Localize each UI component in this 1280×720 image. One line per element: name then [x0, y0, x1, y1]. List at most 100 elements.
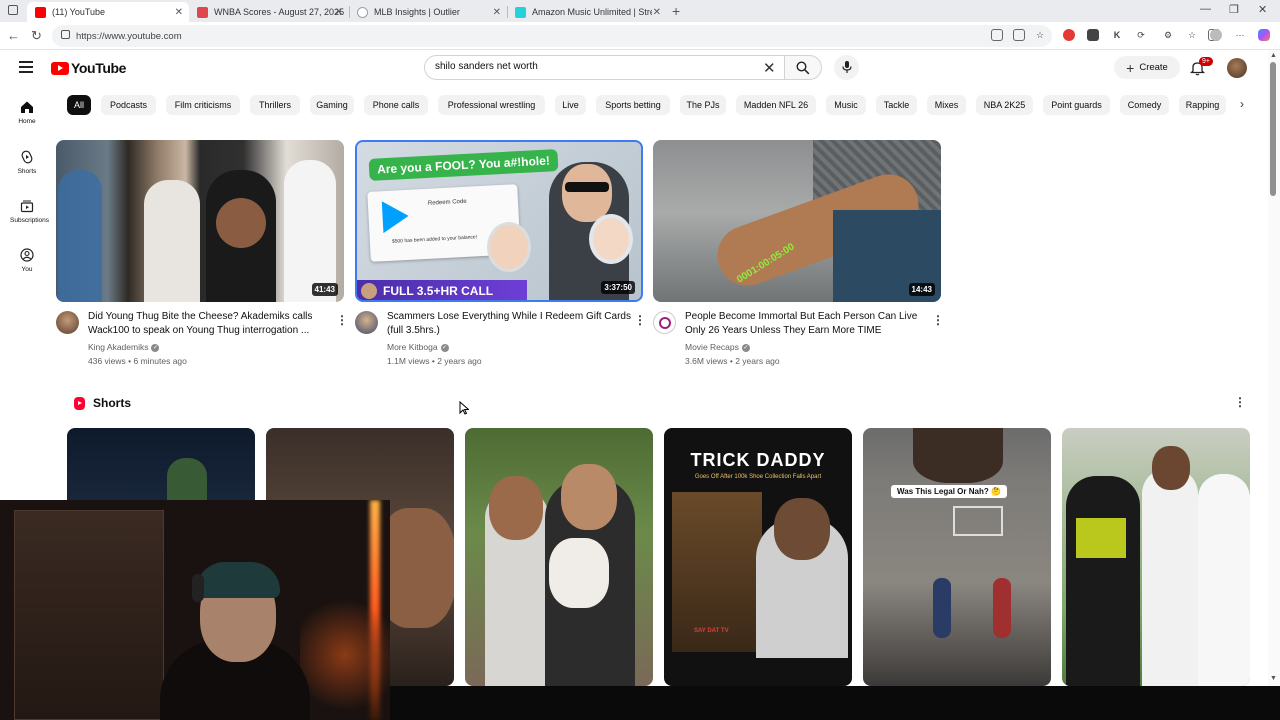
- guide-menu-icon[interactable]: [19, 61, 33, 73]
- close-window-button[interactable]: ✕: [1258, 3, 1267, 16]
- nav-shorts-label: Shorts: [17, 168, 37, 175]
- chip-madden-nfl-26[interactable]: Madden NFL 26: [736, 95, 816, 115]
- new-tab-button[interactable]: +: [672, 3, 680, 19]
- favorites-icon[interactable]: ☆: [1186, 29, 1198, 41]
- chip-comedy[interactable]: Comedy: [1120, 95, 1169, 115]
- video-meta: 436 views • 6 minutes ago: [88, 356, 187, 366]
- chip-rapping[interactable]: Rapping: [1179, 95, 1226, 115]
- copilot-icon[interactable]: [1258, 29, 1270, 41]
- profile-icon[interactable]: [1210, 29, 1222, 41]
- chip-podcasts[interactable]: Podcasts: [101, 95, 156, 115]
- channel-avatar[interactable]: [355, 311, 378, 334]
- chip-music[interactable]: Music: [826, 95, 866, 115]
- voice-search-button[interactable]: [834, 55, 859, 80]
- chip-thrillers[interactable]: Thrillers: [250, 95, 300, 115]
- nav-you-label: You: [21, 266, 33, 273]
- chip-tackle[interactable]: Tackle: [876, 95, 917, 115]
- channel-avatar[interactable]: [653, 311, 676, 334]
- short-card[interactable]: [1062, 428, 1250, 686]
- chip-nba-2k25[interactable]: NBA 2K25: [976, 95, 1033, 115]
- close-tab-icon[interactable]: ✕: [493, 7, 501, 18]
- video-channel[interactable]: More Kitboga ✓: [387, 342, 449, 352]
- notification-count-badge: 9+: [1199, 57, 1213, 66]
- thumb-face: [562, 164, 612, 222]
- chip-film-criticisms[interactable]: Film criticisms: [166, 95, 240, 115]
- close-tab-icon[interactable]: ✕: [335, 7, 343, 18]
- short-card[interactable]: [465, 428, 653, 686]
- tab-title: MLB Insights | Outlier: [374, 7, 460, 17]
- nav-you[interactable]: You: [10, 248, 44, 273]
- chip-the-pjs[interactable]: The PJs: [680, 95, 726, 115]
- reload-button[interactable]: ↻: [31, 28, 42, 44]
- create-button[interactable]: + Create: [1114, 56, 1180, 79]
- video-channel[interactable]: Movie Recaps ✓: [685, 342, 750, 352]
- nav-subscriptions[interactable]: Subscriptions: [10, 199, 49, 224]
- video-channel[interactable]: King Akademiks ✓: [88, 342, 160, 352]
- browser-tab-amazon-music[interactable]: Amazon Music Unlimited | Stream ✕: [507, 2, 667, 22]
- scroll-down-arrow-icon[interactable]: ▼: [1270, 675, 1277, 682]
- nav-shorts[interactable]: Shorts: [10, 150, 44, 175]
- thumb-baby: [549, 538, 609, 608]
- thumb-card-text: $500 has been added to your balance!: [391, 234, 478, 245]
- tab-actions-icon[interactable]: [8, 5, 18, 15]
- search-input[interactable]: [435, 61, 755, 72]
- translate-icon[interactable]: [991, 29, 1003, 41]
- extension-refresh-icon[interactable]: ⟳: [1135, 29, 1147, 41]
- scrollbar-thumb[interactable]: [1270, 62, 1276, 196]
- thumb-player: [933, 578, 951, 638]
- scroll-up-arrow-icon[interactable]: ▲: [1270, 52, 1277, 59]
- thumb-figure: [284, 160, 336, 302]
- back-button[interactable]: ←: [7, 28, 20, 43]
- chips-next-arrow-icon[interactable]: ›: [1240, 97, 1244, 111]
- chip-professional-wrestling[interactable]: Professional wrestling: [438, 95, 545, 115]
- browser-tab-wnba[interactable]: WNBA Scores - August 27, 2025 ✕: [189, 2, 350, 22]
- chip-sports-betting[interactable]: Sports betting: [596, 95, 670, 115]
- video-menu-icon[interactable]: ⋮: [336, 313, 348, 327]
- site-info-icon[interactable]: [61, 30, 70, 39]
- browser-tab-outlier[interactable]: MLB Insights | Outlier ✕: [349, 2, 508, 22]
- thumb-figure: [216, 198, 266, 248]
- video-title[interactable]: Scammers Lose Everything While I Redeem …: [387, 310, 632, 338]
- browser-tab-youtube[interactable]: (11) YouTube ✕: [27, 2, 189, 22]
- video-menu-icon[interactable]: ⋮: [932, 313, 944, 327]
- video-menu-icon[interactable]: ⋮: [634, 313, 646, 327]
- clear-search-icon[interactable]: ✕: [763, 59, 776, 77]
- short-card[interactable]: Was This Legal Or Nah? 🤔: [863, 428, 1051, 686]
- chip-all[interactable]: All: [67, 95, 91, 115]
- video-title[interactable]: Did Young Thug Bite the Cheese? Akademik…: [88, 310, 333, 338]
- thumb-face: [1152, 446, 1190, 490]
- chip-mixes[interactable]: Mixes: [927, 95, 966, 115]
- video-thumbnail[interactable]: 41:43: [56, 140, 344, 302]
- maximize-button[interactable]: ❐: [1229, 3, 1239, 16]
- chip-phone-calls[interactable]: Phone calls: [364, 95, 428, 115]
- google-play-logo-icon: [381, 199, 410, 234]
- extensions-icon[interactable]: ⚙: [1162, 29, 1174, 41]
- channel-avatar[interactable]: [56, 311, 79, 334]
- chip-live[interactable]: Live: [555, 95, 586, 115]
- youtube-logo[interactable]: YouTube: [51, 60, 126, 76]
- chip-gaming[interactable]: Gaming: [310, 95, 354, 115]
- extension-k-icon[interactable]: K: [1111, 29, 1123, 41]
- video-title[interactable]: People Become Immortal But Each Person C…: [685, 310, 930, 338]
- short-card[interactable]: TRICK DADDY Goes Off After 100k Shoe Col…: [664, 428, 852, 686]
- thumb-card-title: Redeem Code: [427, 198, 467, 207]
- mouse-cursor-icon: [459, 401, 469, 415]
- video-meta: 3.6M views • 2 years ago: [685, 356, 780, 366]
- extension-red-icon[interactable]: [1063, 29, 1075, 41]
- account-avatar[interactable]: [1227, 58, 1247, 78]
- apps-icon[interactable]: [1013, 29, 1025, 41]
- shorts-menu-icon[interactable]: ⋮: [1234, 395, 1246, 409]
- url-field[interactable]: https://www.youtube.com: [52, 25, 1052, 47]
- nav-home[interactable]: Home: [10, 100, 44, 125]
- thumb-player: [1142, 468, 1198, 686]
- close-tab-icon[interactable]: ✕: [175, 7, 183, 18]
- search-button[interactable]: [784, 55, 822, 80]
- chip-point-guards[interactable]: Point guards: [1043, 95, 1110, 115]
- video-thumbnail[interactable]: Are you a FOOL? You a#!hole! Redeem Code…: [355, 140, 643, 302]
- favorite-star-icon[interactable]: ☆: [1034, 29, 1046, 41]
- minimize-button[interactable]: —: [1200, 3, 1211, 15]
- extension-grid-icon[interactable]: [1087, 29, 1099, 41]
- close-tab-icon[interactable]: ✕: [653, 7, 661, 18]
- video-thumbnail[interactable]: 0001:00:05:00 14:43: [653, 140, 941, 302]
- browser-menu-icon[interactable]: ⋯: [1234, 29, 1246, 41]
